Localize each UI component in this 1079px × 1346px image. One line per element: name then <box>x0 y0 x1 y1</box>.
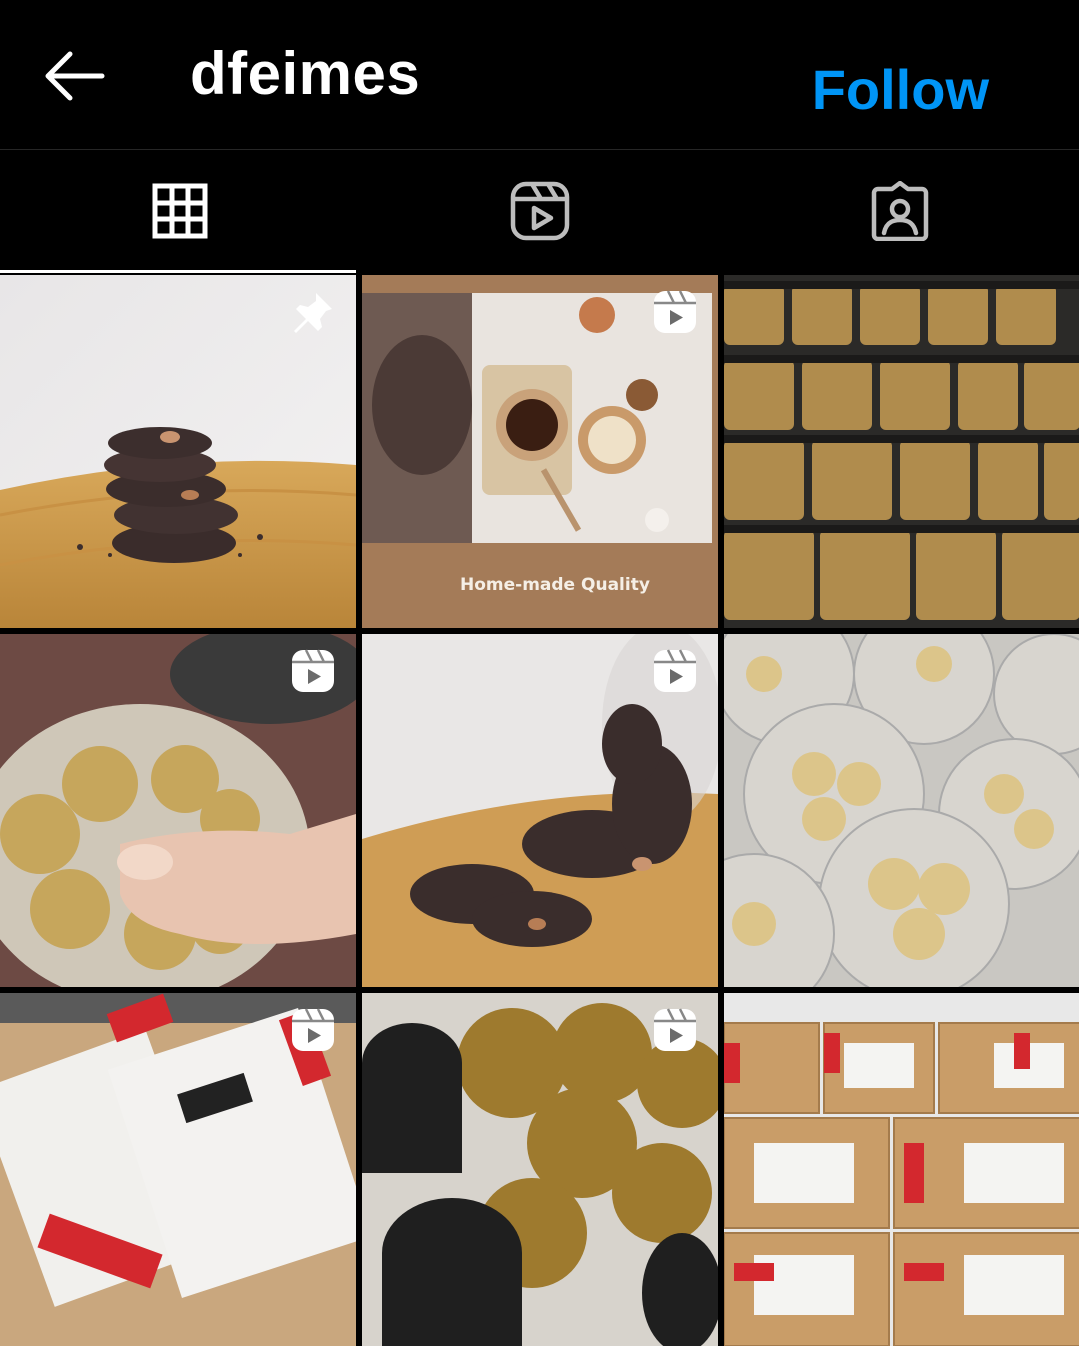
post-thumbnail[interactable] <box>362 993 718 1346</box>
post-thumbnail[interactable] <box>0 275 356 628</box>
arrow-left-icon <box>45 51 105 101</box>
tab-posts-grid[interactable] <box>0 151 359 273</box>
post-thumbnail[interactable] <box>0 993 356 1346</box>
post-thumbnail[interactable]: Home-made Quality <box>362 275 718 628</box>
post-thumbnail[interactable] <box>724 993 1079 1346</box>
sugar-cookie-jars-image <box>724 634 1079 987</box>
pin-icon <box>294 293 332 333</box>
follow-button[interactable]: Follow <box>812 58 989 122</box>
tagged-icon <box>871 181 928 241</box>
profile-tabs <box>0 151 1079 273</box>
labelled-boxes-image <box>724 993 1079 1346</box>
grid-icon <box>152 183 207 239</box>
reels-icon <box>292 649 334 692</box>
tab-reels[interactable] <box>360 151 719 271</box>
reels-icon <box>510 181 569 241</box>
top-bar: dfeimes Follow <box>0 0 1079 150</box>
reels-icon <box>292 1008 334 1051</box>
cookie-jars-shelf-image <box>724 275 1079 628</box>
back-button[interactable] <box>38 40 110 112</box>
post-caption: Home-made Quality <box>460 575 650 595</box>
reels-icon <box>654 290 696 333</box>
post-thumbnail[interactable] <box>362 634 718 987</box>
reels-icon <box>654 1008 696 1051</box>
posts-grid: Home-made Quality <box>0 275 1079 1346</box>
profile-username: dfeimes <box>190 40 421 107</box>
reels-icon <box>654 649 696 692</box>
post-thumbnail[interactable] <box>724 275 1079 628</box>
post-thumbnail[interactable] <box>724 634 1079 987</box>
post-thumbnail[interactable] <box>0 634 356 987</box>
tab-tagged[interactable] <box>720 151 1079 271</box>
